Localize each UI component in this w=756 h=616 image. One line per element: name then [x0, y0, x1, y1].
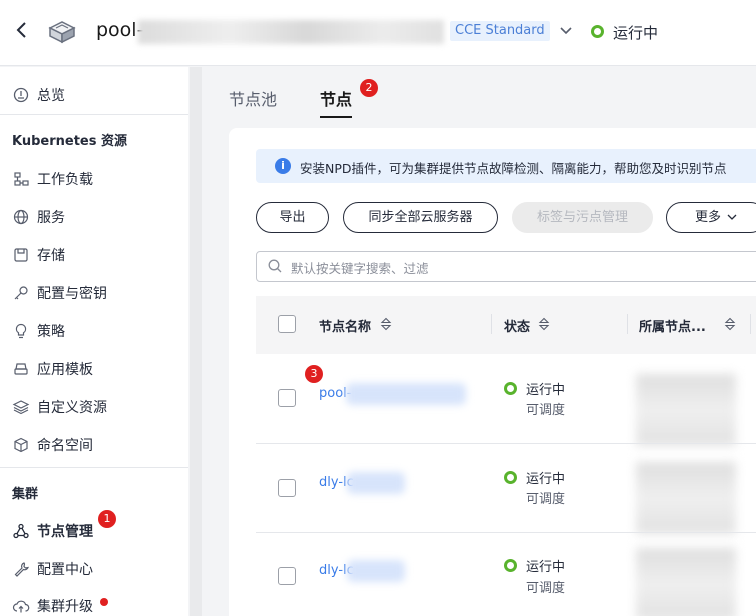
tab-node-pool[interactable]: 节点池 [229, 86, 277, 110]
node-name-redacted [346, 383, 466, 405]
chevron-down-icon[interactable] [558, 24, 574, 38]
sidebar-item-label: 工作负载 [37, 172, 93, 188]
info-icon: i [275, 158, 291, 174]
sidebar-item-custom-resource[interactable]: 自定义资源 [0, 389, 188, 425]
cloud-upgrade-icon [12, 600, 30, 613]
page: pool- CCE Standard 运行中 总览 Kubernetes 资源 [0, 0, 756, 616]
row-divider [256, 532, 756, 533]
status-running-icon [504, 559, 517, 572]
node-name-redacted [347, 560, 405, 582]
sidebar: 总览 Kubernetes 资源 工作负载 服务 存储 配置与密钥 策略 应用模… [0, 67, 188, 616]
sidebar-item-service[interactable]: 服务 [0, 199, 188, 235]
step-badge-1: 1 [98, 510, 116, 528]
cluster-status: 运行中 [613, 24, 659, 42]
divider [0, 467, 188, 468]
sidebar-item-storage[interactable]: 存储 [0, 237, 188, 273]
export-button[interactable]: 导出 [256, 202, 329, 233]
layers-icon [12, 400, 30, 415]
key-icon [14, 286, 28, 300]
status-running-icon [591, 25, 604, 38]
sidebar-item-label: 配置中心 [37, 562, 93, 578]
node-schedulable: 可调度 [526, 492, 566, 507]
sidebar-item-overview[interactable]: 总览 [0, 77, 188, 113]
sidebar-item-label: 策略 [37, 324, 65, 340]
divider [0, 114, 188, 115]
wrench-icon [14, 562, 29, 577]
column-divider [491, 314, 492, 334]
sidebar-group-kubernetes: Kubernetes 资源 [12, 134, 128, 149]
row-checkbox[interactable] [278, 479, 296, 497]
more-button-label: 更多 [694, 210, 721, 225]
sidebar-item-workload[interactable]: 工作负载 [0, 161, 188, 197]
column-header-node-name[interactable]: 节点名称 [319, 316, 371, 335]
active-tab-indicator [320, 116, 352, 118]
template-icon [14, 363, 28, 375]
sidebar-group-cluster: 集群 [12, 487, 39, 502]
node-status: 运行中 [526, 383, 566, 398]
cluster-name: pool- [96, 19, 144, 41]
cube-icon [14, 437, 28, 453]
column-divider [750, 314, 751, 334]
more-button[interactable]: 更多 [666, 202, 756, 233]
row-divider [256, 443, 756, 444]
cluster-icon [48, 21, 76, 44]
column-header-node-pool[interactable]: 所属节点... [639, 316, 706, 335]
cluster-name-redacted [138, 20, 444, 44]
row-checkbox[interactable] [278, 389, 296, 407]
row-checkbox[interactable] [278, 567, 296, 585]
sort-icon[interactable] [380, 316, 392, 332]
globe-icon [13, 209, 29, 225]
column-divider [627, 314, 628, 334]
cluster-edition-badge: CCE Standard [450, 21, 550, 41]
sidebar-item-node-management[interactable]: 节点管理 [0, 513, 188, 549]
sidebar-item-label: 服务 [37, 210, 65, 226]
sidebar-item-label: 应用模板 [37, 362, 93, 378]
sort-icon[interactable] [538, 316, 550, 332]
tab-nodes[interactable]: 节点 [320, 86, 352, 110]
sidebar-item-policy[interactable]: 策略 [0, 313, 188, 349]
chevron-down-icon [727, 203, 737, 232]
notification-dot [100, 598, 108, 606]
search-placeholder: 默认按关键字搜索、过滤 [291, 261, 429, 276]
sidebar-item-label: 节点管理 [37, 524, 93, 540]
step-badge-3: 3 [305, 365, 323, 383]
sidebar-item-label: 配置与密钥 [37, 286, 107, 302]
status-running-icon [504, 382, 517, 395]
workload-icon [14, 172, 29, 186]
sidebar-item-label: 命名空间 [37, 438, 93, 454]
sidebar-item-app-template[interactable]: 应用模板 [0, 351, 188, 387]
sidebar-item-config-secret[interactable]: 配置与密钥 [0, 275, 188, 311]
labels-taints-button[interactable]: 标签与污点管理 [512, 202, 653, 233]
sidebar-scrollbar[interactable] [190, 67, 202, 616]
column-header-status[interactable]: 状态 [504, 316, 530, 335]
node-icon [13, 523, 29, 539]
storage-icon [14, 248, 28, 262]
node-pool-redacted [636, 548, 736, 616]
sidebar-item-label: 总览 [37, 88, 65, 104]
node-pool-redacted [636, 462, 736, 534]
policy-icon [15, 323, 27, 339]
sidebar-item-label: 自定义资源 [37, 400, 107, 416]
search-icon [268, 259, 282, 273]
node-schedulable: 可调度 [526, 581, 566, 596]
sidebar-item-label: 存储 [37, 248, 65, 264]
sidebar-item-namespace[interactable]: 命名空间 [0, 427, 188, 463]
node-status: 运行中 [526, 472, 566, 487]
node-pool-redacted [636, 374, 736, 446]
sidebar-item-config-center[interactable]: 配置中心 [0, 551, 188, 587]
overview-icon [13, 87, 29, 103]
sync-servers-button[interactable]: 同步全部云服务器 [343, 202, 498, 233]
npd-notice-text: 安装NPD插件，可为集群提供节点故障检测、隔离能力，帮助您及时识别节点 [300, 161, 727, 176]
step-badge-2: 2 [360, 79, 378, 97]
select-all-checkbox[interactable] [278, 315, 296, 333]
sidebar-item-label: 集群升级 [37, 599, 93, 615]
node-schedulable: 可调度 [526, 403, 566, 418]
top-header: pool- CCE Standard 运行中 [0, 0, 756, 66]
back-arrow-icon[interactable] [12, 18, 32, 42]
node-status: 运行中 [526, 560, 566, 575]
sidebar-item-cluster-upgrade[interactable]: 集群升级 [0, 588, 188, 616]
node-name-redacted [347, 472, 405, 494]
status-running-icon [504, 471, 517, 484]
sort-icon[interactable] [724, 316, 736, 332]
